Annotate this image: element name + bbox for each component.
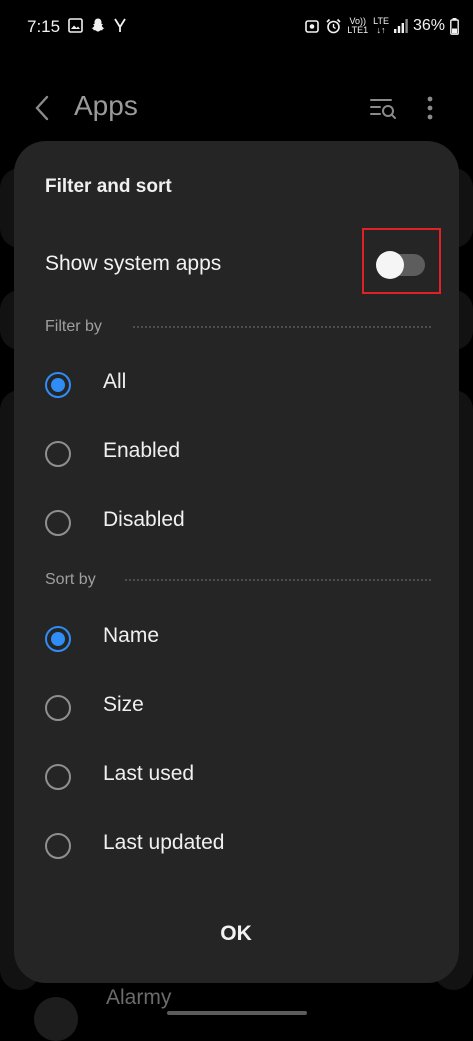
toggle-thumb[interactable] [376, 251, 404, 279]
filter-option-label: Enabled [103, 439, 181, 462]
background-list-item: Alarmy [106, 986, 172, 1009]
status-time: 7:15 [27, 17, 61, 36]
radio-button[interactable] [45, 510, 71, 536]
radio-button[interactable] [45, 695, 71, 721]
sort-option-label: Name [103, 624, 160, 647]
status-bar: 7:15 Vo)) LTE1 LTE ↓↑ 36% [0, 0, 473, 56]
radio-button[interactable] [45, 833, 71, 859]
snapchat-icon [91, 18, 105, 32]
filter-option-enabled[interactable]: Enabled [14, 424, 459, 486]
sort-option-label: Last used [103, 762, 195, 785]
back-arrow-icon[interactable] [32, 94, 52, 122]
notification-icons [68, 17, 127, 33]
app-bar: Apps [0, 80, 473, 136]
sort-by-header: Sort by [45, 571, 96, 588]
app-icon [34, 997, 78, 1041]
more-options-icon[interactable] [420, 94, 440, 122]
battery-percent: 36% [412, 17, 445, 34]
signal-icon [393, 19, 408, 33]
alarm-icon [326, 18, 341, 34]
sort-option-last-used[interactable]: Last used [14, 747, 459, 809]
radio-button-selected[interactable] [45, 626, 71, 652]
sync-icon [305, 20, 320, 33]
data-saver-icon [114, 18, 126, 32]
ok-button[interactable]: OK [186, 914, 286, 954]
gesture-nav-handle[interactable] [167, 1011, 307, 1015]
sort-option-size[interactable]: Size [14, 678, 459, 740]
sort-option-last-updated[interactable]: Last updated [14, 816, 459, 878]
filter-option-all[interactable]: All [14, 355, 459, 417]
section-divider [133, 326, 431, 328]
dialog-title: Filter and sort [45, 176, 172, 197]
search-list-icon[interactable] [369, 96, 399, 120]
radio-button[interactable] [45, 764, 71, 790]
page-title: Apps [74, 90, 138, 121]
sort-option-label: Last updated [103, 831, 225, 854]
radio-button[interactable] [45, 441, 71, 467]
gallery-icon [68, 17, 83, 33]
radio-button-selected[interactable] [45, 372, 71, 398]
filter-sort-dialog: Filter and sort Show system apps Filter … [14, 141, 459, 983]
show-system-apps-label: Show system apps [45, 252, 222, 275]
section-divider [125, 579, 431, 581]
sort-option-label: Size [103, 693, 144, 716]
lte-indicator: LTE ↓↑ [373, 16, 389, 35]
volte-indicator: Vo)) LTE1 [347, 16, 369, 35]
filter-option-label: Disabled [103, 508, 185, 531]
filter-option-label: All [103, 370, 127, 393]
sort-option-name[interactable]: Name [14, 609, 459, 671]
battery-icon [450, 17, 459, 35]
filter-option-disabled[interactable]: Disabled [14, 493, 459, 555]
system-status-icons: Vo)) LTE1 LTE ↓↑ 36% [304, 17, 459, 35]
filter-by-header: Filter by [45, 318, 102, 335]
